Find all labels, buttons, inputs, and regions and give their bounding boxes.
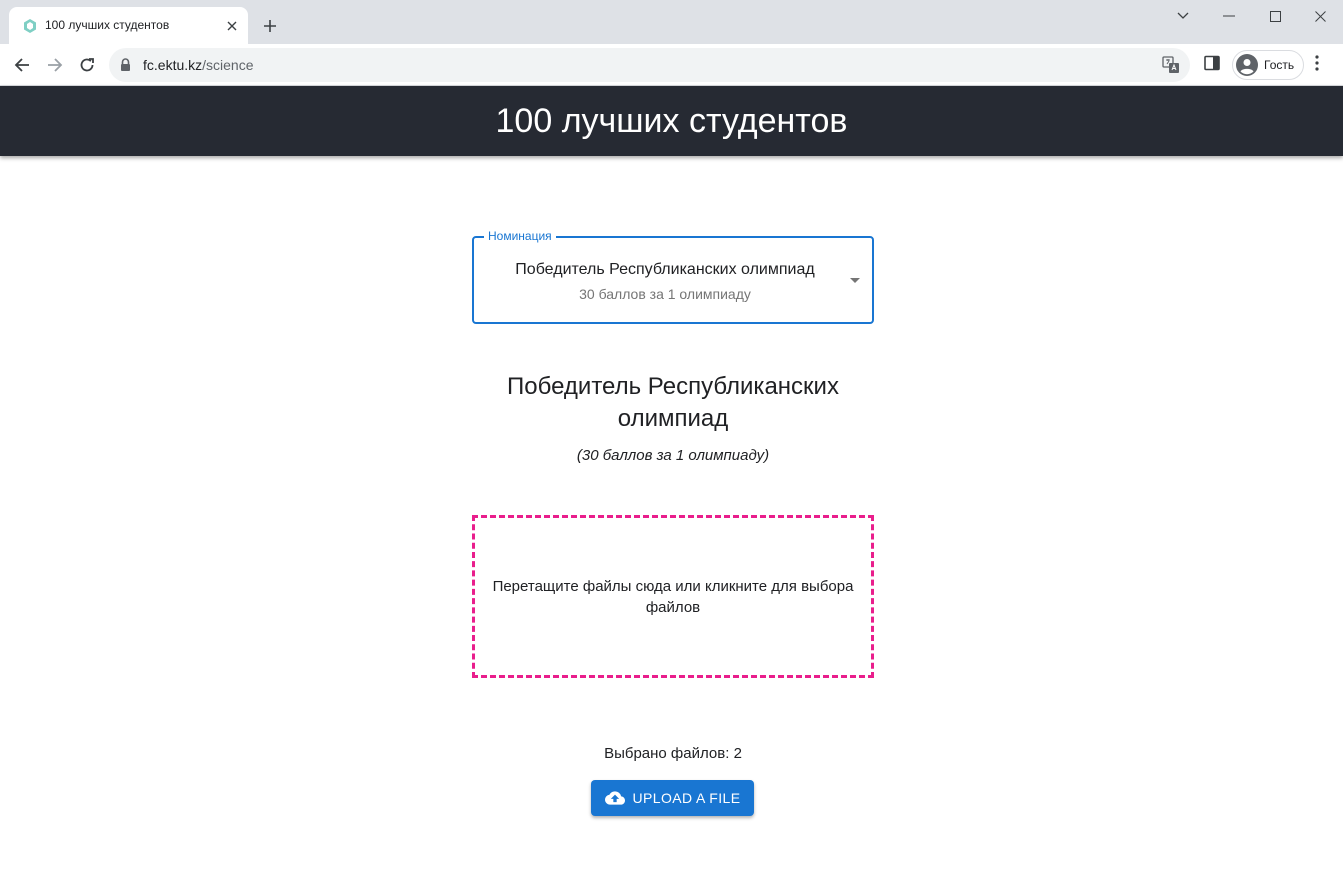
lock-icon[interactable]: [120, 58, 131, 72]
reload-icon[interactable]: [73, 51, 101, 79]
maximize-icon[interactable]: [1252, 0, 1298, 32]
tab-title: 100 лучших студентов: [45, 18, 170, 32]
section-subtitle: (30 баллов за 1 олимпиаду): [576, 447, 770, 464]
selected-files-count: Выбрано файлов: 2: [604, 745, 742, 762]
side-panel-icon[interactable]: [1204, 55, 1220, 71]
forward-icon[interactable]: [41, 51, 69, 79]
nomination-select-label: Номинация: [484, 229, 556, 243]
app-favicon-icon: [24, 19, 36, 33]
browser-toolbar: fc.ektu.kz/science Гость: [0, 44, 1343, 86]
profile-label: Гость: [1264, 58, 1295, 72]
avatar-icon: [1236, 54, 1258, 76]
nomination-selected-subtitle: 30 баллов за 1 олимпиаду: [579, 286, 751, 302]
close-window-icon[interactable]: [1297, 0, 1343, 32]
cloud-upload-icon: [604, 791, 625, 805]
file-dropzone[interactable]: Перетащите файлы сюда или кликните для в…: [472, 515, 874, 678]
upload-button-label: UPLOAD A FILE: [632, 790, 741, 806]
profile-button[interactable]: Гость: [1232, 50, 1304, 80]
translate-icon[interactable]: [1162, 56, 1180, 74]
nomination-select[interactable]: Номинация Победитель Республиканских оли…: [472, 229, 874, 324]
url-text[interactable]: fc.ektu.kz/science: [143, 57, 254, 73]
dropdown-arrow-icon[interactable]: [850, 278, 860, 283]
nomination-selected-title: Победитель Республиканских олимпиад: [515, 261, 815, 278]
browser-tab-bar: 100 лучших студентов: [0, 0, 1343, 44]
browser-tab[interactable]: 100 лучших студентов: [9, 7, 248, 44]
page-title: 100 лучших студентов: [495, 102, 848, 140]
dropzone-text: Перетащите файлы сюда или кликните для в…: [492, 577, 854, 616]
new-tab-icon[interactable]: [258, 14, 282, 38]
app-header: 100 лучших студентов: [0, 86, 1343, 156]
upload-file-button[interactable]: UPLOAD A FILE: [591, 780, 754, 816]
minimize-icon[interactable]: [1206, 0, 1252, 32]
tab-close-icon[interactable]: [222, 16, 242, 36]
kebab-menu-icon[interactable]: [1315, 55, 1319, 71]
back-icon[interactable]: [8, 51, 36, 79]
tab-search-icon[interactable]: [1160, 0, 1206, 32]
address-bar[interactable]: fc.ektu.kz/science: [109, 48, 1190, 82]
section-title: Победитель Республиканских олимпиад: [507, 373, 839, 432]
